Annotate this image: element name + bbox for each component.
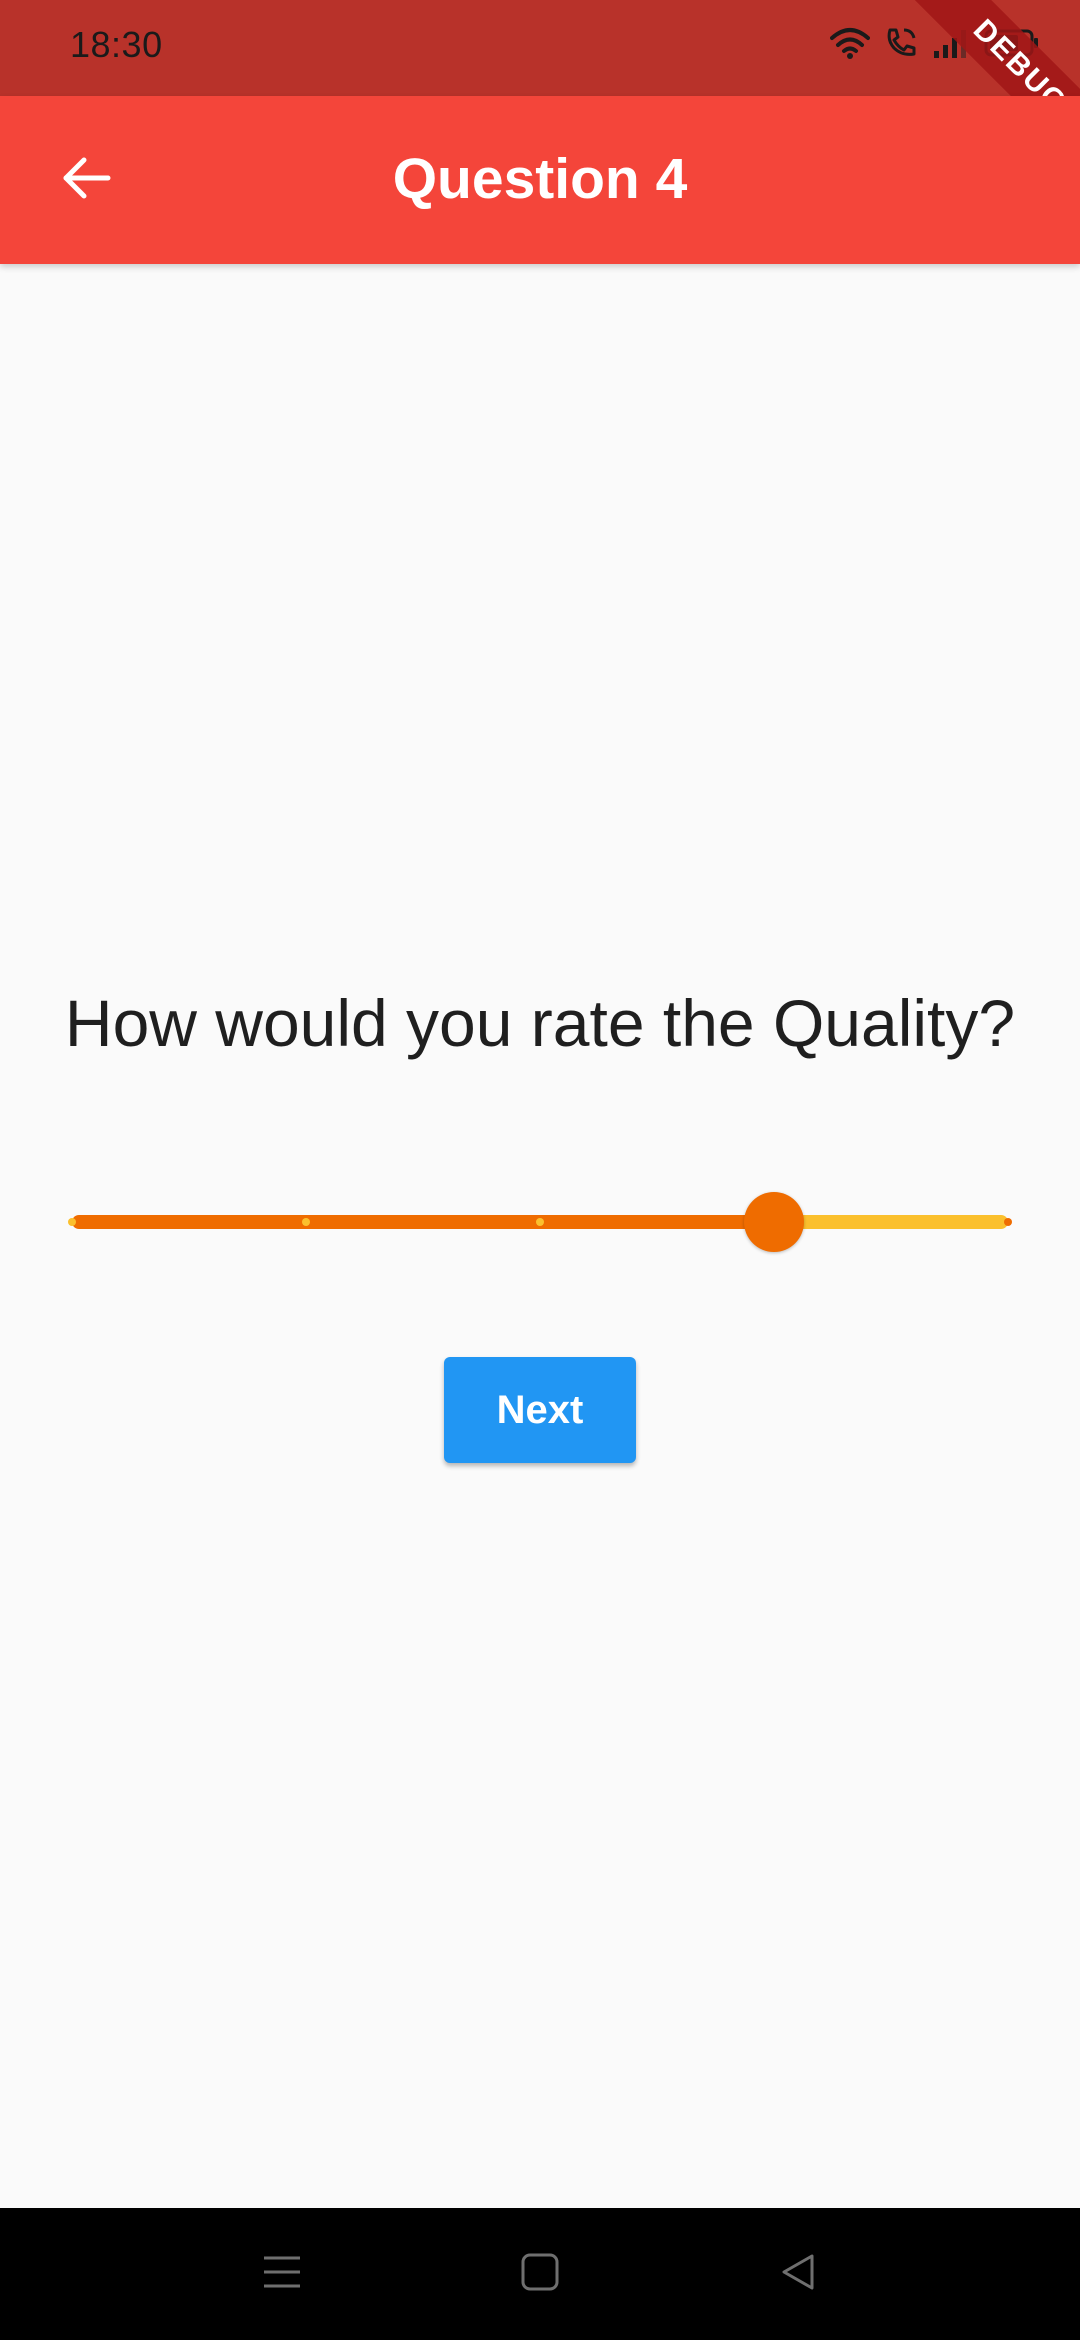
question-text: How would you rate the Quality? [64,986,1016,1060]
home-icon [520,2252,560,2297]
battery-icon [984,28,1040,58]
signal-icon [932,27,970,59]
nav-menu-button[interactable] [252,2244,312,2304]
nav-back-button[interactable] [768,2244,828,2304]
slider-active-track [72,1215,774,1229]
status-icons [830,26,1040,60]
system-nav-bar [0,2208,1080,2340]
slider-tick [302,1218,310,1226]
app-bar: Question 4 [0,96,1080,264]
wifi-call-icon [884,26,918,60]
wifi-icon [830,26,870,60]
slider-inactive-track [774,1215,1008,1229]
nav-home-button[interactable] [510,2244,570,2304]
next-button[interactable]: Next [444,1357,636,1463]
menu-icon [262,2252,302,2297]
slider-tick [1004,1218,1012,1226]
slider-tick [68,1218,76,1226]
page-title: Question 4 [392,147,688,211]
slider-tick [536,1218,544,1226]
slider-thumb[interactable] [744,1192,804,1252]
rating-slider[interactable] [68,1190,1012,1254]
status-time: 18:30 [70,24,163,65]
status-bar: 18:30 DEBUG [0,0,1080,179]
back-icon [778,2252,818,2297]
